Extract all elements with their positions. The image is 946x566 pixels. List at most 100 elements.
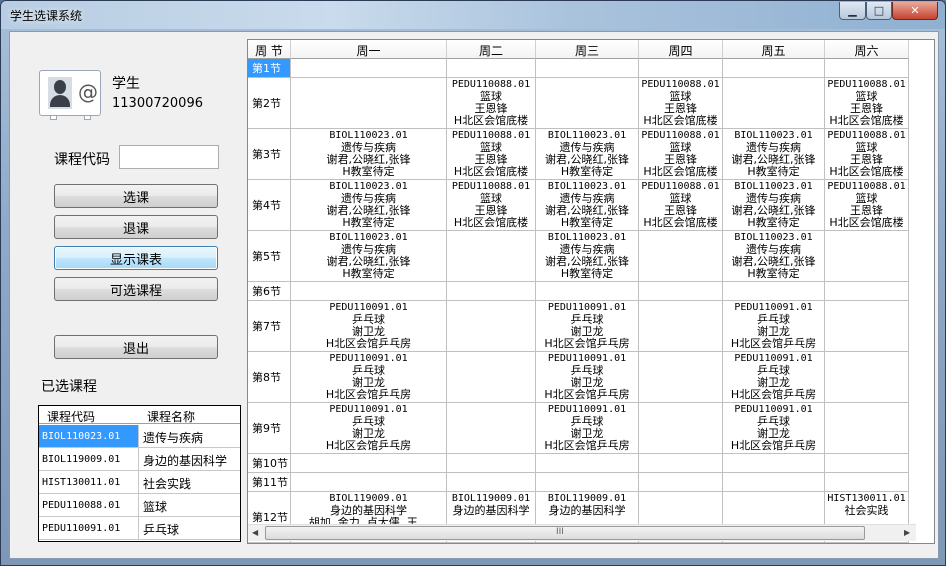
timetable-cell[interactable]	[723, 78, 825, 129]
select-course-button[interactable]: 选课	[54, 184, 218, 208]
timetable-grid[interactable]: 周 节周一 周二 周三 周四 周五 周六 第1节 第2节 PEDU110088.01 篮球 王恩锋 H…	[247, 39, 935, 544]
timetable-cell[interactable]: PEDU110091.01 乒乓球 谢卫龙 H北区会馆乒乓房	[723, 352, 825, 403]
timetable-cell[interactable]	[291, 454, 447, 473]
period-header[interactable]: 第1节	[248, 59, 291, 78]
period-header[interactable]: 第5节	[248, 231, 291, 282]
timetable-cell[interactable]: BIOL110023.01 遗传与疾病 谢君,公晓红,张锋 H教室待定	[536, 231, 639, 282]
selected-course-row[interactable]: PEDU110088.01 篮球	[39, 494, 240, 517]
horizontal-scrollbar[interactable]: ◀ III ▶	[248, 524, 916, 541]
show-timetable-button[interactable]: 显示课表	[54, 246, 218, 270]
timetable-cell[interactable]	[447, 59, 536, 78]
timetable-cell[interactable]: BIOL110023.01 遗传与疾病 谢君,公晓红,张锋 H教室待定	[291, 129, 447, 180]
timetable-cell[interactable]	[447, 231, 536, 282]
timetable-cell[interactable]: PEDU110088.01 篮球 王恩锋 H北区会馆底楼	[825, 129, 909, 180]
selected-course-row[interactable]: BIOL119009.01 身边的基因科学	[39, 448, 240, 471]
timetable-cell[interactable]	[291, 473, 447, 492]
timetable-cell[interactable]	[825, 231, 909, 282]
timetable-cell[interactable]: BIOL110023.01 遗传与疾病 谢君,公晓红,张锋 H教室待定	[291, 231, 447, 282]
timetable-cell[interactable]	[536, 282, 639, 301]
day-header[interactable]: 周二	[447, 40, 536, 59]
period-header[interactable]: 第11节	[248, 473, 291, 492]
timetable-cell[interactable]	[825, 301, 909, 352]
timetable-cell[interactable]: PEDU110091.01 乒乓球 谢卫龙 H北区会馆乒乓房	[291, 301, 447, 352]
maximize-button[interactable]: □	[866, 2, 892, 20]
timetable-cell[interactable]	[825, 454, 909, 473]
timetable-cell[interactable]: BIOL110023.01 遗传与疾病 谢君,公晓红,张锋 H教室待定	[723, 180, 825, 231]
timetable-cell[interactable]	[291, 282, 447, 301]
timetable-cell[interactable]: PEDU110091.01 乒乓球 谢卫龙 H北区会馆乒乓房	[536, 403, 639, 454]
timetable-cell[interactable]	[291, 59, 447, 78]
timetable-cell[interactable]: PEDU110091.01 乒乓球 谢卫龙 H北区会馆乒乓房	[536, 352, 639, 403]
timetable-cell[interactable]: PEDU110091.01 乒乓球 谢卫龙 H北区会馆乒乓房	[723, 403, 825, 454]
minimize-button[interactable]: ▁	[839, 2, 866, 20]
timetable-cell[interactable]	[291, 78, 447, 129]
course-code-input[interactable]	[119, 145, 219, 169]
exit-button[interactable]: 退出	[54, 335, 218, 359]
timetable-cell[interactable]	[447, 282, 536, 301]
timetable-cell[interactable]: BIOL110023.01 遗传与疾病 谢君,公晓红,张锋 H教室待定	[723, 129, 825, 180]
timetable-cell[interactable]: PEDU110088.01 篮球 王恩锋 H北区会馆底楼	[447, 78, 536, 129]
period-header[interactable]: 第9节	[248, 403, 291, 454]
timetable-cell[interactable]	[639, 403, 723, 454]
timetable-cell[interactable]: PEDU110088.01 篮球 王恩锋 H北区会馆底楼	[639, 180, 723, 231]
available-courses-button[interactable]: 可选课程	[54, 277, 218, 301]
timetable-cell[interactable]	[639, 352, 723, 403]
timetable-cell[interactable]: PEDU110091.01 乒乓球 谢卫龙 H北区会馆乒乓房	[291, 352, 447, 403]
period-header[interactable]: 第10节	[248, 454, 291, 473]
timetable-cell[interactable]: PEDU110088.01 篮球 王恩锋 H北区会馆底楼	[447, 129, 536, 180]
timetable-cell[interactable]	[639, 282, 723, 301]
timetable-cell[interactable]	[723, 454, 825, 473]
timetable-cell[interactable]	[447, 454, 536, 473]
day-header[interactable]: 周六	[825, 40, 909, 59]
timetable-cell[interactable]: PEDU110091.01 乒乓球 谢卫龙 H北区会馆乒乓房	[536, 301, 639, 352]
timetable-cell[interactable]	[447, 403, 536, 454]
period-header[interactable]: 第7节	[248, 301, 291, 352]
timetable-cell[interactable]	[825, 403, 909, 454]
timetable-cell[interactable]: PEDU110088.01 篮球 王恩锋 H北区会馆底楼	[825, 180, 909, 231]
timetable-cell[interactable]: PEDU110091.01 乒乓球 谢卫龙 H北区会馆乒乓房	[291, 403, 447, 454]
timetable-cell[interactable]	[639, 473, 723, 492]
timetable-cell[interactable]	[447, 352, 536, 403]
timetable-cell[interactable]	[447, 473, 536, 492]
day-header[interactable]: 周四	[639, 40, 723, 59]
day-header[interactable]: 周一	[291, 40, 447, 59]
timetable-cell[interactable]	[639, 301, 723, 352]
timetable-cell[interactable]: PEDU110088.01 篮球 王恩锋 H北区会馆底楼	[825, 78, 909, 129]
timetable-cell[interactable]	[639, 454, 723, 473]
timetable-cell[interactable]	[825, 282, 909, 301]
timetable-cell[interactable]	[723, 59, 825, 78]
timetable-cell[interactable]	[536, 473, 639, 492]
timetable-cell[interactable]	[723, 282, 825, 301]
timetable-cell[interactable]: BIOL110023.01 遗传与疾病 谢君,公晓红,张锋 H教室待定	[536, 129, 639, 180]
timetable-cell[interactable]: PEDU110088.01 篮球 王恩锋 H北区会馆底楼	[639, 78, 723, 129]
selected-course-row[interactable]: BIOL110023.01 遗传与疾病	[39, 425, 240, 448]
timetable-cell[interactable]	[723, 473, 825, 492]
period-header[interactable]: 第6节	[248, 282, 291, 301]
timetable-cell[interactable]	[639, 231, 723, 282]
selected-course-row[interactable]: PEDU110091.01 乒乓球	[39, 517, 240, 540]
period-header[interactable]: 第4节	[248, 180, 291, 231]
timetable-cell[interactable]	[536, 454, 639, 473]
close-button[interactable]: ✕	[892, 2, 938, 20]
timetable-cell[interactable]	[639, 59, 723, 78]
timetable-cell[interactable]	[825, 59, 909, 78]
selected-course-row[interactable]: HIST130011.01 社会实践	[39, 471, 240, 494]
timetable-cell[interactable]	[536, 78, 639, 129]
timetable-cell[interactable]: BIOL110023.01 遗传与疾病 谢君,公晓红,张锋 H教室待定	[291, 180, 447, 231]
drop-course-button[interactable]: 退课	[54, 215, 218, 239]
timetable-cell[interactable]	[536, 59, 639, 78]
timetable-cell[interactable]	[825, 473, 909, 492]
timetable-cell[interactable]	[825, 352, 909, 403]
day-header[interactable]: 周三	[536, 40, 639, 59]
period-header[interactable]: 第3节	[248, 129, 291, 180]
timetable-cell[interactable]	[447, 301, 536, 352]
period-header[interactable]: 第2节	[248, 78, 291, 129]
timetable-cell[interactable]: PEDU110091.01 乒乓球 谢卫龙 H北区会馆乒乓房	[723, 301, 825, 352]
timetable-cell[interactable]: PEDU110088.01 篮球 王恩锋 H北区会馆底楼	[447, 180, 536, 231]
period-header[interactable]: 第8节	[248, 352, 291, 403]
timetable-cell[interactable]: BIOL110023.01 遗传与疾病 谢君,公晓红,张锋 H教室待定	[723, 231, 825, 282]
selected-courses-table[interactable]: 课程代码 课程名称 BIOL110023.01 遗传与疾病 BIOL119009.0…	[38, 405, 241, 542]
timetable-cell[interactable]: PEDU110088.01 篮球 王恩锋 H北区会馆底楼	[639, 129, 723, 180]
title-bar[interactable]: 学生选课系统 ▁ □ ✕	[1, 1, 945, 29]
day-header[interactable]: 周五	[723, 40, 825, 59]
